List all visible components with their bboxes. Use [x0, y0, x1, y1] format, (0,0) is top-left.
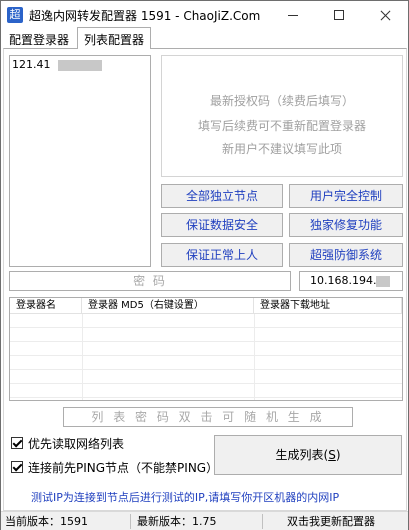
column-header-download-url[interactable]: 登录器下载地址 [254, 298, 402, 314]
ip-value: 10.168.194. [310, 274, 377, 287]
redacted-block [58, 60, 102, 71]
generate-list-button[interactable]: 生成列表(S) [214, 435, 402, 475]
full-user-control-button[interactable]: 用户完全控制 [289, 184, 403, 208]
all-independent-nodes-button[interactable]: 全部独立节点 [161, 184, 283, 208]
column-divider [254, 314, 255, 400]
prefer-network-list-checkbox[interactable] [11, 437, 23, 449]
table-header: 登录器名 登录器 MD5（右键设置） 登录器下载地址 [10, 298, 402, 314]
table-body[interactable] [10, 314, 402, 400]
auth-note-line: 新用户不建议填写此项 [221, 142, 342, 156]
column-divider [82, 314, 83, 400]
list-password-input[interactable]: 列 表 密 码 双 击 可 随 机 生 成 [63, 407, 353, 427]
column-header-md5[interactable]: 登录器 MD5（右键设置） [82, 298, 254, 314]
redacted-block [376, 276, 390, 287]
data-security-button[interactable]: 保证数据安全 [161, 213, 283, 237]
latest-version: 最新版本：1.75 [133, 514, 263, 529]
ping-before-connect-checkbox[interactable] [11, 461, 23, 473]
generate-label: 生成列表( [275, 448, 329, 462]
info-text: 测试IP为连接到节点后进行测试的IP,请填写你开区机器的内网IP [31, 491, 340, 504]
generate-mnemonic: S [328, 448, 336, 462]
tab-config-login[interactable]: 配置登录器 [3, 29, 75, 49]
app-icon: 超 [7, 7, 23, 23]
prefer-network-list-label[interactable]: 优先读取网络列表 [28, 435, 124, 452]
column-header-name[interactable]: 登录器名 [10, 298, 82, 314]
update-link[interactable]: 双击我更新配置器 [265, 514, 407, 529]
status-bar: 当前版本：1591 最新版本：1.75 双击我更新配置器 [1, 511, 408, 530]
exclusive-fix-button[interactable]: 独家修复功能 [289, 213, 403, 237]
server-listbox[interactable]: 121.41 [9, 55, 151, 267]
list-item[interactable]: 121.41 [12, 58, 51, 71]
current-version: 当前版本：1591 [1, 514, 131, 529]
password-input[interactable]: 密 码 [9, 271, 291, 291]
auth-note-line: 最新授权码（续费后填写） [209, 94, 354, 108]
login-table[interactable]: 登录器名 登录器 MD5（右键设置） 登录器下载地址 [9, 297, 403, 401]
auth-code-textarea[interactable]: 最新授权码（续费后填写） 填写后续费可不重新配置登录器 新用户不建议填写此项 [161, 55, 403, 177]
auth-note-line: 填写后续费可不重新配置登录器 [197, 119, 366, 133]
maximize-button[interactable] [316, 1, 362, 29]
ip-input[interactable]: 10.168.194. [299, 271, 403, 291]
normal-login-button[interactable]: 保证正常上人 [161, 243, 283, 267]
tab-list-config[interactable]: 列表配置器 [77, 27, 152, 49]
maximize-icon [334, 10, 344, 20]
window-title: 超逸内网转发配置器 1591 - ChaoJiZ.Com [29, 9, 261, 23]
generate-label-suffix: ) [335, 448, 341, 462]
strong-defense-button[interactable]: 超强防御系统 [289, 243, 403, 267]
ping-before-connect-label[interactable]: 连接前先PING节点（不能禁PING） [28, 459, 218, 476]
minimize-icon [288, 15, 298, 16]
title-bar[interactable]: 超 超逸内网转发配置器 1591 - ChaoJiZ.Com [1, 1, 408, 29]
minimize-button[interactable] [270, 1, 316, 29]
close-button[interactable] [362, 1, 408, 29]
